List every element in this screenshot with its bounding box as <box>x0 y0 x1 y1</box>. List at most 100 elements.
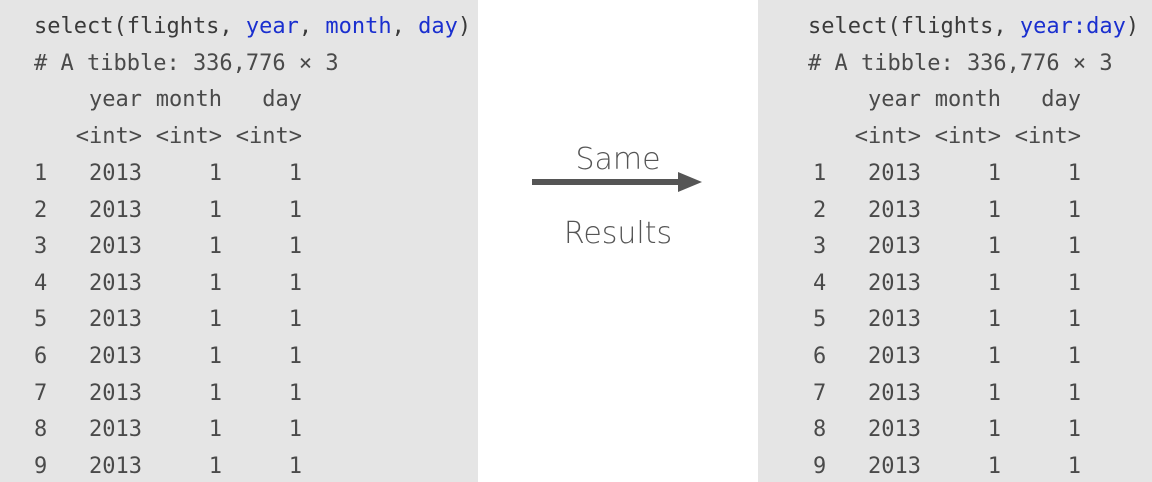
table-cell-month: 1 <box>208 234 222 260</box>
table-cell-year: 2013 <box>89 417 142 443</box>
table-cell-month: 1 <box>987 197 1001 223</box>
table-cell-month: 1 <box>208 197 222 223</box>
table-cell-day: 1 <box>1067 234 1081 260</box>
table-cell-year: 2013 <box>89 380 142 406</box>
results-label: Results <box>563 216 673 251</box>
table-cell-day: 1 <box>288 161 302 186</box>
table-cell-month: 1 <box>208 307 222 333</box>
table-cell-day: 1 <box>288 270 302 296</box>
table-cell-year: 2013 <box>868 234 921 260</box>
table-cell-year: 2013 <box>89 307 142 333</box>
table-cell-day: 1 <box>1067 380 1081 406</box>
tibble-info: # A tibble: 336,776 × 3 <box>34 51 339 76</box>
table-cell-month: 1 <box>987 234 1001 260</box>
row-index: 2 <box>34 197 48 223</box>
cmd-function: select(flights, <box>808 14 1020 39</box>
column-type-label: <int> <box>235 124 302 149</box>
table-cell-year: 2013 <box>89 197 142 223</box>
table-cell-year: 2013 <box>868 197 921 223</box>
tibble-info: # A tibble: 336,776 × 3 <box>808 51 1113 76</box>
cmd-arg-year: year <box>245 14 299 39</box>
row-index: 7 <box>34 380 48 406</box>
column-type-label: <int> <box>854 124 921 149</box>
right-code-panel: select(flights, year:day) # A tibble: 33… <box>758 0 1152 482</box>
cmd-sep: , <box>298 14 326 39</box>
row-index: 1 <box>34 161 48 186</box>
cmd-sep: , <box>391 14 419 39</box>
table-cell-day: 1 <box>1067 161 1081 186</box>
column-header-month: month <box>155 87 222 112</box>
cmd-close-paren: ) <box>1125 14 1140 39</box>
column-header-year: year <box>89 87 142 112</box>
table-cell-year: 2013 <box>89 234 142 260</box>
table-cell-day: 1 <box>1067 270 1081 296</box>
table-cell-year: 2013 <box>89 453 142 479</box>
cmd-close-paren: ) <box>457 14 472 39</box>
table-cell-day: 1 <box>288 307 302 333</box>
table-cell-month: 1 <box>208 380 222 406</box>
table-cell-month: 1 <box>987 307 1001 333</box>
table-cell-month: 1 <box>987 453 1001 479</box>
table-cell-year: 2013 <box>89 270 142 296</box>
table-cell-year: 2013 <box>868 417 921 443</box>
table-cell-day: 1 <box>288 234 302 260</box>
column-type-label: <int> <box>155 124 222 149</box>
row-index: 5 <box>34 307 48 333</box>
table-cell-month: 1 <box>208 417 222 443</box>
cmd-arg-day: day <box>418 14 458 39</box>
table-cell-day: 1 <box>1067 417 1081 443</box>
row-index: 5 <box>813 307 827 333</box>
select-command-left: select(flights, year, month, day) <box>34 13 471 41</box>
table-cell-day: 1 <box>288 417 302 443</box>
table-cell-month: 1 <box>987 161 1001 186</box>
row-index: 6 <box>34 344 48 369</box>
row-index: 2 <box>813 197 827 223</box>
table-cell-day: 1 <box>1067 453 1081 479</box>
cmd-arg-range: year:day <box>1019 14 1126 39</box>
row-index: 7 <box>813 380 827 406</box>
cmd-function: select(flights, <box>34 14 246 39</box>
table-cell-day: 1 <box>288 344 302 369</box>
column-header-day: day <box>1041 87 1081 112</box>
table-cell-month: 1 <box>987 344 1001 369</box>
right-arrow-icon <box>532 172 702 192</box>
table-cell-month: 1 <box>987 380 1001 406</box>
table-cell-month: 1 <box>208 270 222 296</box>
table-cell-month: 1 <box>987 270 1001 296</box>
column-header-year: year <box>868 87 921 112</box>
row-index: 4 <box>34 270 48 296</box>
column-type-label: <int> <box>75 124 142 149</box>
table-cell-month: 1 <box>208 161 222 186</box>
row-index: 4 <box>813 270 827 296</box>
select-command-right: select(flights, year:day) <box>808 13 1139 41</box>
table-cell-year: 2013 <box>868 453 921 479</box>
table-cell-day: 1 <box>288 380 302 406</box>
row-index: 6 <box>813 344 827 369</box>
column-type-label: <int> <box>934 124 1001 149</box>
table-cell-year: 2013 <box>868 270 921 296</box>
table-cell-year: 2013 <box>868 344 921 369</box>
row-index: 8 <box>813 417 827 443</box>
cmd-arg-month: month <box>325 14 392 39</box>
table-cell-year: 2013 <box>868 307 921 333</box>
row-index: 9 <box>34 453 48 479</box>
row-index: 1 <box>813 161 827 186</box>
table-cell-month: 1 <box>208 344 222 369</box>
left-code-panel: select(flights, year, month, day) # A ti… <box>0 0 478 482</box>
table-cell-day: 1 <box>1067 307 1081 333</box>
column-header-month: month <box>934 87 1001 112</box>
table-cell-month: 1 <box>208 453 222 479</box>
row-index: 3 <box>34 234 48 260</box>
row-index: 3 <box>813 234 827 260</box>
row-index: 8 <box>34 417 48 443</box>
table-cell-year: 2013 <box>868 161 921 186</box>
column-header-day: day <box>262 87 302 112</box>
table-cell-day: 1 <box>1067 197 1081 223</box>
column-type-label: <int> <box>1014 124 1081 149</box>
table-cell-day: 1 <box>1067 344 1081 369</box>
table-cell-day: 1 <box>288 453 302 479</box>
table-cell-day: 1 <box>288 197 302 223</box>
table-cell-year: 2013 <box>89 344 142 369</box>
table-cell-year: 2013 <box>868 380 921 406</box>
row-index: 9 <box>813 453 827 479</box>
